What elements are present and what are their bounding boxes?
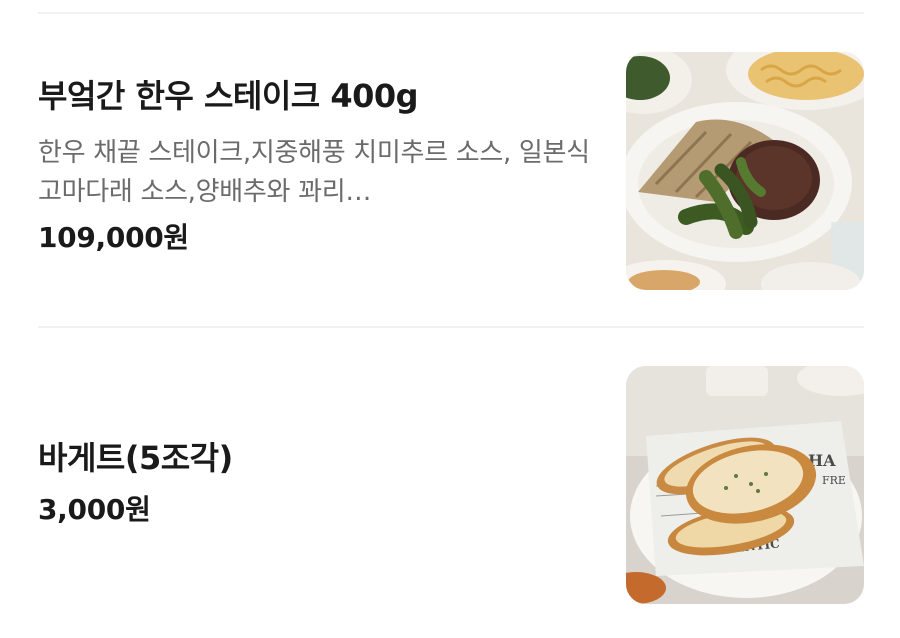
item-divider xyxy=(38,326,864,328)
menu-item[interactable]: 부엌간 한우 스테이크 400g 한우 채끝 스테이크,지중해풍 치미추르 소스… xyxy=(38,52,864,290)
newspaper-text: FRE xyxy=(822,474,846,487)
menu-item-text: 바게트(5조각) 3,000원 xyxy=(38,438,598,528)
menu-item-image[interactable]: HA FRE ENTIC xyxy=(626,366,864,604)
menu-item[interactable]: 바게트(5조각) 3,000원 HA FRE ENTIC xyxy=(38,366,864,604)
top-divider xyxy=(38,12,864,14)
menu-item-description: 한우 채끝 스테이크,지중해풍 치미추르 소스, 일본식 고마다래 소스,양배추… xyxy=(38,138,590,207)
menu-item-name: 바게트(5조각) xyxy=(38,439,233,477)
menu-item-text: 부엌간 한우 스테이크 400g 한우 채끝 스테이크,지중해풍 치미추르 소스… xyxy=(38,76,598,256)
menu-item-name: 부엌간 한우 스테이크 400g xyxy=(38,77,419,115)
menu-item-image[interactable] xyxy=(626,52,864,290)
menu-item-price: 3,000원 xyxy=(38,493,151,526)
menu-item-price: 109,000원 xyxy=(38,221,189,254)
